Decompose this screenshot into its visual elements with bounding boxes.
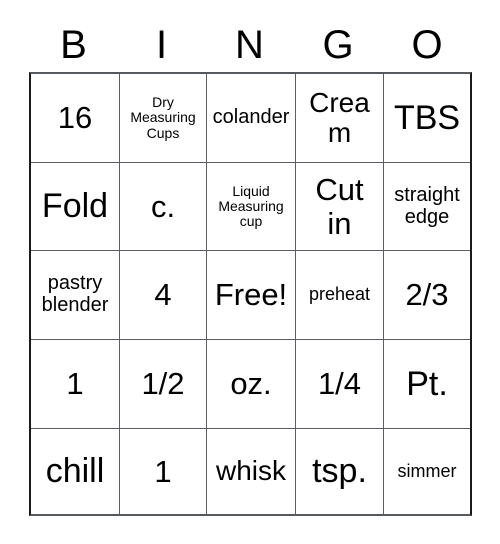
bingo-cell[interactable]: simmer [384,429,470,514]
bingo-cell-label: TBS [393,98,461,137]
bingo-cell-label: chill [45,452,105,491]
header-letter-o: O [411,23,443,67]
bingo-cell-label: Fold [41,187,109,226]
bingo-cell[interactable]: 16 [31,74,120,163]
bingo-cell-label: Cream [309,86,370,148]
bingo-header-row: B I N G O [29,18,472,72]
bingo-cell[interactable]: 2/3 [384,251,470,340]
bingo-cell-label: 1 [66,366,84,402]
bingo-cell-label: colander [212,106,290,129]
bingo-cell[interactable]: Cream [296,74,384,163]
bingo-cell[interactable]: 1/4 [296,340,384,429]
bingo-cell-label: straight edge [394,183,460,228]
bingo-cell-label: 1/2 [141,366,185,402]
bingo-cell-label: c. [150,188,176,224]
bingo-cell-label: 16 [57,100,93,136]
bingo-card: B I N G O 16 Dry Measuring Cups colander Cr… [0,0,500,544]
bingo-cell[interactable]: pastry blender [31,251,120,340]
bingo-cell[interactable]: TBS [384,74,470,163]
bingo-cell-label: simmer [397,460,457,481]
header-letter-g: G [322,23,354,67]
bingo-cell-label: pastry blender [41,272,109,316]
bingo-cell-label: Pt. [406,364,448,403]
bingo-free-space[interactable]: Free! [207,251,296,340]
bingo-cell-label: 4 [154,277,172,313]
bingo-cell[interactable]: Pt. [384,340,470,429]
bingo-cell[interactable]: Cut in [296,163,384,251]
bingo-cell-label: preheat [308,284,371,305]
bingo-cell[interactable]: preheat [296,251,384,340]
bingo-cell-label: Liquid Measuring cup [218,182,284,230]
bingo-cell-label: whisk [215,455,286,487]
bingo-cell-label: Dry Measuring Cups [130,94,196,141]
bingo-cell[interactable]: straight edge [384,163,470,251]
header-letter-i: I [155,23,168,67]
bingo-grid: 16 Dry Measuring Cups colander Cream TBS Fold… [29,72,472,516]
bingo-cell[interactable]: c. [120,163,207,251]
bingo-cell[interactable]: 1 [31,340,120,429]
bingo-cell[interactable]: oz. [207,340,296,429]
header-letter-b: B [60,23,87,67]
bingo-cell-label: oz. [230,366,272,402]
bingo-cell[interactable]: 1 [120,429,207,514]
bingo-cell[interactable]: 4 [120,251,207,340]
bingo-cell[interactable]: tsp. [296,429,384,514]
bingo-cell[interactable]: chill [31,429,120,514]
bingo-cell-label: 1/4 [317,366,362,402]
bingo-cell[interactable]: colander [207,74,296,163]
header-letter-n: N [235,23,264,67]
bingo-cell[interactable]: Fold [31,163,120,251]
bingo-cell-label: 2/3 [405,277,449,313]
bingo-cell-label: Free! [214,277,288,313]
bingo-cell[interactable]: whisk [207,429,296,514]
bingo-cell-label: 1 [154,453,172,489]
bingo-cell[interactable]: 1/2 [120,340,207,429]
bingo-cell-label: Cut in [315,172,364,241]
bingo-cell[interactable]: Dry Measuring Cups [120,74,207,163]
bingo-cell-label: tsp. [312,452,367,491]
bingo-cell[interactable]: Liquid Measuring cup [207,163,296,251]
